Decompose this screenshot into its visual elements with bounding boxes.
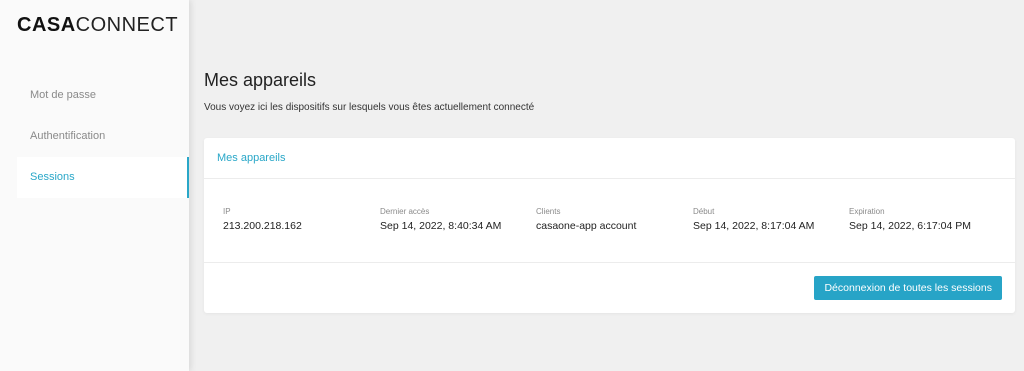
page-title: Mes appareils (204, 70, 317, 90)
expiration-column: Expiration Sep 14, 2022, 6:17:04 PM (849, 207, 971, 232)
sidebar-nav: Mot de passe Authentification Sessions (17, 75, 189, 198)
start-label: Début (693, 207, 715, 216)
start-value: Sep 14, 2022, 8:17:04 AM (693, 220, 815, 232)
sidebar-item-sessions[interactable]: Sessions (17, 157, 189, 198)
card-header: Mes appareils (204, 138, 1015, 179)
sidebar-item-label: Mot de passe (30, 89, 97, 101)
row-divider (204, 262, 1015, 263)
brand-logo-bold: CASA (17, 14, 76, 36)
sidebar-item-password[interactable]: Mot de passe (17, 75, 189, 116)
ip-value: 213.200.218.162 (223, 220, 302, 232)
last-access-column: Dernier accès Sep 14, 2022, 8:40:34 AM (380, 207, 501, 232)
clients-value: casaone-app account (536, 220, 637, 232)
session-row: IP 213.200.218.162 Dernier accès Sep 14,… (223, 207, 1003, 247)
last-access-value: Sep 14, 2022, 8:40:34 AM (380, 220, 502, 232)
sidebar-item-label: Sessions (30, 171, 75, 183)
logout-all-sessions-button[interactable]: Déconnexion de toutes les sessions (814, 276, 1002, 300)
app-root: CASACONNECT Mot de passe Authentificatio… (0, 0, 1024, 371)
brand-logo-light: CONNECT (75, 14, 179, 36)
clients-column: Clients casaone-app account (536, 207, 636, 232)
expiration-label: Expiration (849, 207, 885, 216)
last-access-label: Dernier accès (380, 207, 430, 216)
ip-label: IP (223, 207, 231, 216)
start-column: Début Sep 14, 2022, 8:17:04 AM (693, 207, 814, 232)
sidebar-item-authentication[interactable]: Authentification (17, 116, 189, 157)
sidebar-item-label: Authentification (30, 130, 106, 142)
devices-card: Mes appareils IP 213.200.218.162 Dernier… (204, 138, 1015, 313)
ip-column: IP 213.200.218.162 (223, 207, 302, 232)
expiration-value: Sep 14, 2022, 6:17:04 PM (849, 220, 972, 232)
sidebar: CASACONNECT Mot de passe Authentificatio… (0, 0, 189, 371)
brand-logo: CASACONNECT (17, 14, 178, 37)
page-subtitle: Vous voyez ici les dispositifs sur lesqu… (204, 102, 535, 113)
clients-label: Clients (536, 207, 561, 216)
